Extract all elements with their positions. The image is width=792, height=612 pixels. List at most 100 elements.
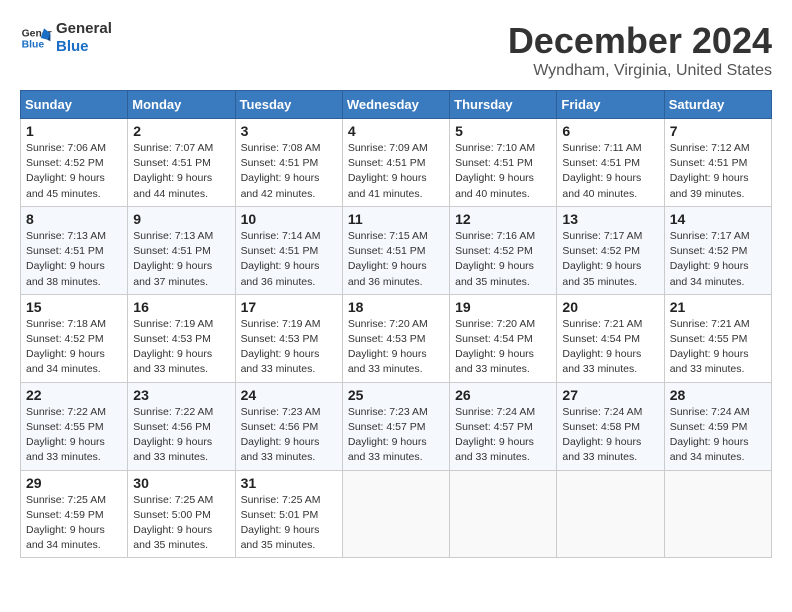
day-info: Sunrise: 7:10 AMSunset: 4:51 PMDaylight:… bbox=[455, 141, 551, 202]
day-info: Sunrise: 7:19 AMSunset: 4:53 PMDaylight:… bbox=[133, 317, 229, 378]
day-number: 10 bbox=[241, 211, 337, 227]
day-info: Sunrise: 7:23 AMSunset: 4:57 PMDaylight:… bbox=[348, 405, 444, 466]
calendar-cell: 9 Sunrise: 7:13 AMSunset: 4:51 PMDaylight… bbox=[128, 206, 235, 294]
calendar-cell bbox=[342, 470, 449, 558]
day-number: 13 bbox=[562, 211, 658, 227]
calendar-cell: 15Sunrise: 7:18 AMSunset: 4:52 PMDayligh… bbox=[21, 294, 128, 382]
calendar-cell: 20 Sunrise: 7:21 AMSunset: 4:54 PMDayligh… bbox=[557, 294, 664, 382]
page-header: General Blue General Blue December 2024 … bbox=[20, 20, 772, 80]
day-info: Sunrise: 7:06 AMSunset: 4:52 PMDaylight:… bbox=[26, 141, 122, 202]
day-header-tuesday: Tuesday bbox=[235, 91, 342, 119]
svg-text:Blue: Blue bbox=[22, 40, 45, 51]
day-info: Sunrise: 7:19 AMSunset: 4:53 PMDaylight:… bbox=[241, 317, 337, 378]
day-number: 29 bbox=[26, 475, 122, 491]
day-number: 30 bbox=[133, 475, 229, 491]
calendar-cell: 30 Sunrise: 7:25 AMSunset: 5:00 PMDayligh… bbox=[128, 470, 235, 558]
calendar-cell bbox=[557, 470, 664, 558]
day-info: Sunrise: 7:11 AMSunset: 4:51 PMDaylight:… bbox=[562, 141, 658, 202]
day-number: 17 bbox=[241, 299, 337, 315]
day-header-saturday: Saturday bbox=[664, 91, 771, 119]
calendar-cell: 21 Sunrise: 7:21 AMSunset: 4:55 PMDayligh… bbox=[664, 294, 771, 382]
calendar-cell: 12Sunrise: 7:16 AMSunset: 4:52 PMDayligh… bbox=[450, 206, 557, 294]
calendar-cell bbox=[664, 470, 771, 558]
day-info: Sunrise: 7:13 AMSunset: 4:51 PMDaylight:… bbox=[133, 229, 229, 290]
day-number: 14 bbox=[670, 211, 766, 227]
day-number: 16 bbox=[133, 299, 229, 315]
day-header-monday: Monday bbox=[128, 91, 235, 119]
calendar-cell: 6 Sunrise: 7:11 AMSunset: 4:51 PMDaylight… bbox=[557, 119, 664, 207]
day-info: Sunrise: 7:08 AMSunset: 4:51 PMDaylight:… bbox=[241, 141, 337, 202]
day-info: Sunrise: 7:23 AMSunset: 4:56 PMDaylight:… bbox=[241, 405, 337, 466]
day-number: 18 bbox=[348, 299, 444, 315]
day-header-wednesday: Wednesday bbox=[342, 91, 449, 119]
calendar-cell: 1Sunrise: 7:06 AMSunset: 4:52 PMDaylight… bbox=[21, 119, 128, 207]
day-info: Sunrise: 7:21 AMSunset: 4:55 PMDaylight:… bbox=[670, 317, 766, 378]
calendar-cell bbox=[450, 470, 557, 558]
day-info: Sunrise: 7:17 AMSunset: 4:52 PMDaylight:… bbox=[670, 229, 766, 290]
day-number: 4 bbox=[348, 123, 444, 139]
calendar-cell: 10 Sunrise: 7:14 AMSunset: 4:51 PMDayligh… bbox=[235, 206, 342, 294]
day-number: 25 bbox=[348, 387, 444, 403]
calendar-cell: 13Sunrise: 7:17 AMSunset: 4:52 PMDayligh… bbox=[557, 206, 664, 294]
logo-line2: Blue bbox=[56, 38, 112, 56]
calendar-cell: 8 Sunrise: 7:13 AMSunset: 4:51 PMDaylight… bbox=[21, 206, 128, 294]
calendar-cell: 17 Sunrise: 7:19 AMSunset: 4:53 PMDayligh… bbox=[235, 294, 342, 382]
day-info: Sunrise: 7:09 AMSunset: 4:51 PMDaylight:… bbox=[348, 141, 444, 202]
calendar-cell: 7 Sunrise: 7:12 AMSunset: 4:51 PMDaylight… bbox=[664, 119, 771, 207]
day-number: 23 bbox=[133, 387, 229, 403]
day-info: Sunrise: 7:25 AMSunset: 5:00 PMDaylight:… bbox=[133, 493, 229, 554]
calendar-cell: 24Sunrise: 7:23 AMSunset: 4:56 PMDayligh… bbox=[235, 382, 342, 470]
calendar-cell: 4 Sunrise: 7:09 AMSunset: 4:51 PMDaylight… bbox=[342, 119, 449, 207]
calendar-cell: 3 Sunrise: 7:08 AMSunset: 4:51 PMDaylight… bbox=[235, 119, 342, 207]
day-info: Sunrise: 7:14 AMSunset: 4:51 PMDaylight:… bbox=[241, 229, 337, 290]
calendar-week-row: 8 Sunrise: 7:13 AMSunset: 4:51 PMDaylight… bbox=[21, 206, 772, 294]
calendar-cell: 31Sunrise: 7:25 AMSunset: 5:01 PMDayligh… bbox=[235, 470, 342, 558]
day-number: 31 bbox=[241, 475, 337, 491]
calendar-cell: 27 Sunrise: 7:24 AMSunset: 4:58 PMDayligh… bbox=[557, 382, 664, 470]
day-number: 6 bbox=[562, 123, 658, 139]
day-number: 21 bbox=[670, 299, 766, 315]
day-number: 3 bbox=[241, 123, 337, 139]
day-info: Sunrise: 7:16 AMSunset: 4:52 PMDaylight:… bbox=[455, 229, 551, 290]
day-info: Sunrise: 7:07 AMSunset: 4:51 PMDaylight:… bbox=[133, 141, 229, 202]
title-section: December 2024 Wyndham, Virginia, United … bbox=[508, 20, 772, 80]
calendar-week-row: 15Sunrise: 7:18 AMSunset: 4:52 PMDayligh… bbox=[21, 294, 772, 382]
calendar-cell: 29 Sunrise: 7:25 AMSunset: 4:59 PMDayligh… bbox=[21, 470, 128, 558]
calendar-cell: 25 Sunrise: 7:23 AMSunset: 4:57 PMDayligh… bbox=[342, 382, 449, 470]
day-info: Sunrise: 7:13 AMSunset: 4:51 PMDaylight:… bbox=[26, 229, 122, 290]
day-number: 5 bbox=[455, 123, 551, 139]
day-info: Sunrise: 7:22 AMSunset: 4:56 PMDaylight:… bbox=[133, 405, 229, 466]
calendar-cell: 18 Sunrise: 7:20 AMSunset: 4:53 PMDayligh… bbox=[342, 294, 449, 382]
day-info: Sunrise: 7:22 AMSunset: 4:55 PMDaylight:… bbox=[26, 405, 122, 466]
calendar-cell: 14 Sunrise: 7:17 AMSunset: 4:52 PMDayligh… bbox=[664, 206, 771, 294]
logo-line1: General bbox=[56, 20, 112, 38]
main-title: December 2024 bbox=[508, 20, 772, 62]
day-info: Sunrise: 7:25 AMSunset: 4:59 PMDaylight:… bbox=[26, 493, 122, 554]
calendar-cell: 5 Sunrise: 7:10 AMSunset: 4:51 PMDaylight… bbox=[450, 119, 557, 207]
calendar-cell: 28Sunrise: 7:24 AMSunset: 4:59 PMDayligh… bbox=[664, 382, 771, 470]
day-number: 7 bbox=[670, 123, 766, 139]
day-info: Sunrise: 7:15 AMSunset: 4:51 PMDaylight:… bbox=[348, 229, 444, 290]
day-info: Sunrise: 7:24 AMSunset: 4:59 PMDaylight:… bbox=[670, 405, 766, 466]
logo: General Blue General Blue bbox=[20, 20, 112, 56]
subtitle: Wyndham, Virginia, United States bbox=[508, 62, 772, 80]
day-number: 8 bbox=[26, 211, 122, 227]
calendar-cell: 19Sunrise: 7:20 AMSunset: 4:54 PMDayligh… bbox=[450, 294, 557, 382]
day-info: Sunrise: 7:24 AMSunset: 4:58 PMDaylight:… bbox=[562, 405, 658, 466]
day-info: Sunrise: 7:20 AMSunset: 4:54 PMDaylight:… bbox=[455, 317, 551, 378]
day-number: 11 bbox=[348, 211, 444, 227]
day-info: Sunrise: 7:12 AMSunset: 4:51 PMDaylight:… bbox=[670, 141, 766, 202]
day-number: 9 bbox=[133, 211, 229, 227]
day-info: Sunrise: 7:18 AMSunset: 4:52 PMDaylight:… bbox=[26, 317, 122, 378]
day-info: Sunrise: 7:21 AMSunset: 4:54 PMDaylight:… bbox=[562, 317, 658, 378]
day-info: Sunrise: 7:20 AMSunset: 4:53 PMDaylight:… bbox=[348, 317, 444, 378]
calendar-cell: 11 Sunrise: 7:15 AMSunset: 4:51 PMDayligh… bbox=[342, 206, 449, 294]
logo-icon: General Blue bbox=[20, 22, 52, 54]
day-number: 27 bbox=[562, 387, 658, 403]
calendar-week-row: 22 Sunrise: 7:22 AMSunset: 4:55 PMDayligh… bbox=[21, 382, 772, 470]
calendar-table: SundayMondayTuesdayWednesdayThursdayFrid… bbox=[20, 90, 772, 558]
calendar-cell: 26Sunrise: 7:24 AMSunset: 4:57 PMDayligh… bbox=[450, 382, 557, 470]
day-number: 20 bbox=[562, 299, 658, 315]
day-header-sunday: Sunday bbox=[21, 91, 128, 119]
day-number: 22 bbox=[26, 387, 122, 403]
